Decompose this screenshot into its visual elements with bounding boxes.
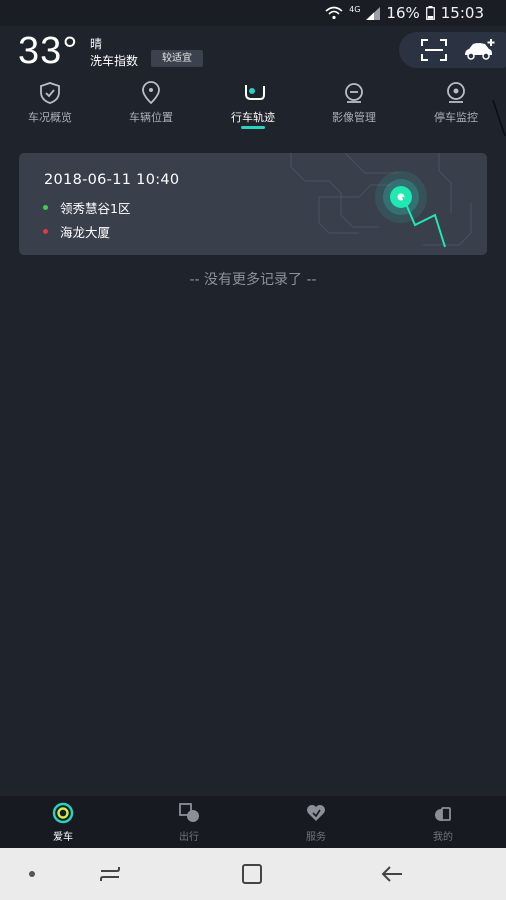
- tab-label: 影像管理: [332, 111, 376, 124]
- tab-image-management[interactable]: 影像管理: [306, 80, 402, 132]
- end-dot-icon: [43, 229, 48, 234]
- trip-end-label: 海龙大厦: [60, 225, 111, 240]
- track-icon: [245, 85, 265, 100]
- trip-start: 领秀慧谷1区: [43, 198, 130, 217]
- battery-icon: [425, 6, 435, 20]
- travel-icon: [179, 803, 199, 822]
- scan-button[interactable]: [421, 39, 447, 61]
- system-navigation-bar: [0, 848, 506, 900]
- nav-travel[interactable]: 出行: [149, 802, 229, 843]
- network-type: 4G: [349, 5, 361, 14]
- app-screen: 4G 16% 15:03 33° 晴 洗车指数 较适宜 车况概览 车辆位置 行车…: [0, 0, 506, 900]
- heart-service-icon: [307, 805, 325, 821]
- active-tab-indicator: [241, 126, 265, 129]
- tab-parking-monitor[interactable]: 停车监控: [408, 80, 504, 132]
- trip-datetime: 2018-06-11 10:40: [44, 172, 180, 188]
- home-icon[interactable]: [239, 862, 265, 886]
- header: 33° 晴 洗车指数 较适宜: [0, 26, 506, 76]
- profile-icon: [435, 807, 451, 821]
- scan-icon: [421, 39, 447, 61]
- back-icon[interactable]: [380, 862, 406, 886]
- temperature: 33°: [18, 30, 79, 72]
- wash-index-label: 洗车指数: [90, 54, 139, 68]
- weather-condition: 晴: [90, 37, 103, 51]
- edge-decoration: [492, 100, 506, 136]
- wifi-icon: [325, 6, 343, 20]
- tab-bar: 车况概览 车辆位置 行车轨迹 影像管理 停车监控: [0, 80, 506, 132]
- battery-percent: 16%: [386, 4, 420, 22]
- no-more-records: -- 没有更多记录了 --: [189, 272, 317, 288]
- trip-record-card[interactable]: 2018-06-11 10:40 领秀慧谷1区 海龙大厦: [19, 153, 487, 255]
- tab-label: 车辆位置: [129, 111, 173, 124]
- shield-check-icon: [40, 82, 60, 104]
- trip-start-label: 领秀慧谷1区: [60, 201, 131, 216]
- car-ring-icon: [52, 802, 74, 824]
- tab-label: 停车监控: [434, 111, 478, 124]
- tab-label: 车况概览: [28, 111, 72, 124]
- camera-lens-icon: [345, 83, 363, 103]
- tab-overview[interactable]: 车况概览: [2, 80, 98, 132]
- tab-vehicle-location[interactable]: 车辆位置: [103, 80, 199, 132]
- monitor-eye-icon: [447, 82, 465, 103]
- nav-label: 出行: [179, 832, 199, 843]
- wash-index-badge: 较适宜: [151, 50, 203, 67]
- status-bar: 4G 16% 15:03: [0, 0, 506, 26]
- recent-apps-icon[interactable]: [97, 862, 123, 886]
- start-dot-icon: [43, 205, 48, 210]
- signal-icon: [366, 6, 381, 20]
- tab-driving-track[interactable]: 行车轨迹: [205, 80, 301, 132]
- dot-icon[interactable]: [19, 862, 45, 886]
- nav-label: 爱车: [53, 832, 73, 843]
- nav-my-car[interactable]: 爱车: [23, 802, 103, 843]
- nav-label: 服务: [306, 832, 326, 843]
- add-car-icon: [465, 39, 495, 60]
- add-car-button[interactable]: [463, 38, 497, 62]
- nav-service[interactable]: 服务: [276, 802, 356, 843]
- clock: 15:03: [440, 4, 484, 22]
- bottom-nav: 爱车 出行 服务 我的: [0, 796, 506, 848]
- nav-profile[interactable]: 我的: [403, 802, 483, 843]
- header-actions: [399, 32, 506, 68]
- location-pin-icon: [142, 81, 160, 105]
- nav-label: 我的: [433, 832, 453, 843]
- tab-label: 行车轨迹: [231, 111, 275, 124]
- trip-end: 海龙大厦: [43, 222, 110, 241]
